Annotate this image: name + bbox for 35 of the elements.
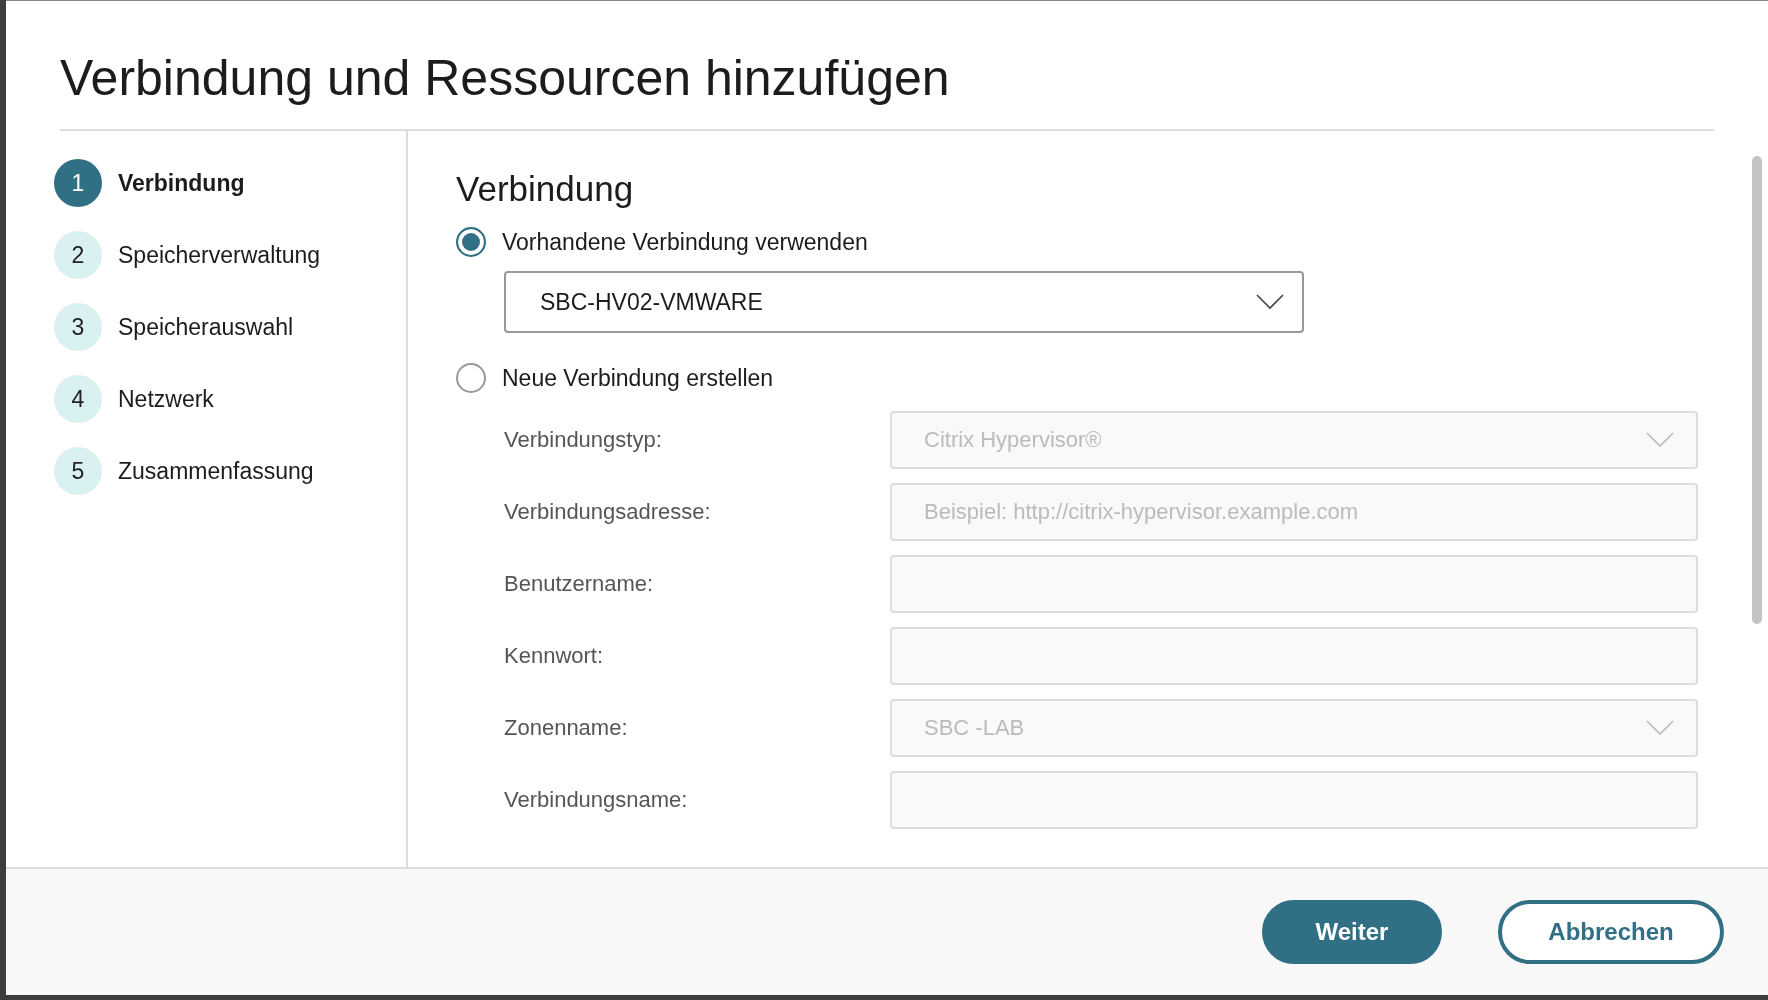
step-label: Netzwerk (118, 385, 214, 413)
section-heading: Verbindung (456, 169, 635, 209)
step-label: Zusammenfassung (118, 457, 314, 485)
chevron-icon (1646, 720, 1674, 736)
field-label: Verbindungsname: (504, 787, 689, 813)
step-number: 5 (54, 447, 102, 495)
field-label: Verbindungsadresse: (504, 499, 712, 525)
next-button[interactable]: Weiter (1262, 900, 1442, 964)
wizard-step[interactable]: 5 Zusammenfassung (54, 447, 406, 495)
step-label: Speicherauswahl (118, 313, 294, 341)
chevron-icon (1646, 432, 1674, 448)
chevron-icon (1256, 294, 1284, 310)
step-number: 3 (54, 303, 102, 351)
connection-dropdown[interactable]: SBC-HV02-VMWARE (504, 271, 1304, 333)
step-number: 4 (54, 375, 102, 423)
dialog-title: Verbindung und Ressourcen hinzufügen (60, 1, 1714, 131)
step-number: 1 (54, 159, 102, 207)
scrollbar[interactable] (1752, 156, 1762, 624)
wizard-step[interactable]: 3 Speicherauswahl (54, 303, 406, 351)
field-label: Zonenname: (504, 715, 629, 741)
field-label: Verbindungstyp: (504, 427, 663, 453)
radio-button[interactable] (456, 227, 486, 257)
step-label: Verbindung (118, 169, 245, 197)
radio-label: Neue Verbindung erstellen (502, 364, 774, 392)
wizard-step[interactable]: 4 Netzwerk (54, 375, 406, 423)
dropdown-value: SBC-HV02-VMWARE (540, 288, 763, 316)
radio-label: Vorhandene Verbindung verwenden (502, 228, 868, 256)
wizard-step[interactable]: 1 Verbindung (54, 159, 406, 207)
field-label: Kennwort: (504, 643, 605, 669)
cancel-button[interactable]: Abbrechen (1498, 900, 1724, 964)
radio-button[interactable] (456, 363, 486, 393)
field-label: Benutzername: (504, 571, 655, 597)
step-number: 2 (54, 231, 102, 279)
step-label: Speicherverwaltung (118, 241, 320, 269)
wizard-step[interactable]: 2 Speicherverwaltung (54, 231, 406, 279)
